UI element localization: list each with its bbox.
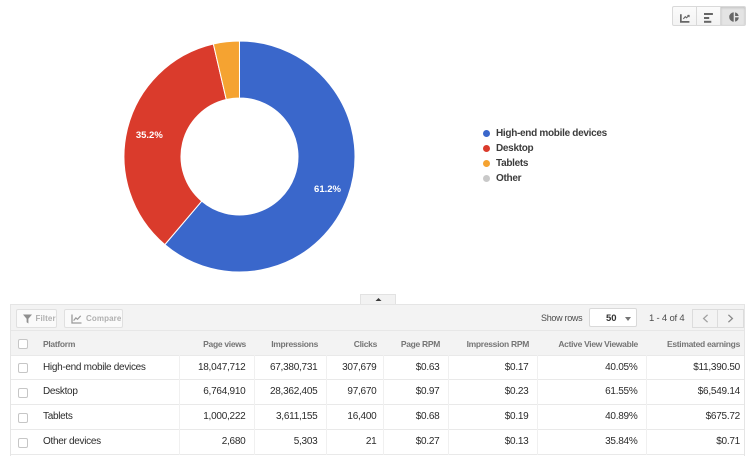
svg-text:35.2%: 35.2% [136,130,163,141]
svg-text:61.2%: 61.2% [314,184,341,195]
